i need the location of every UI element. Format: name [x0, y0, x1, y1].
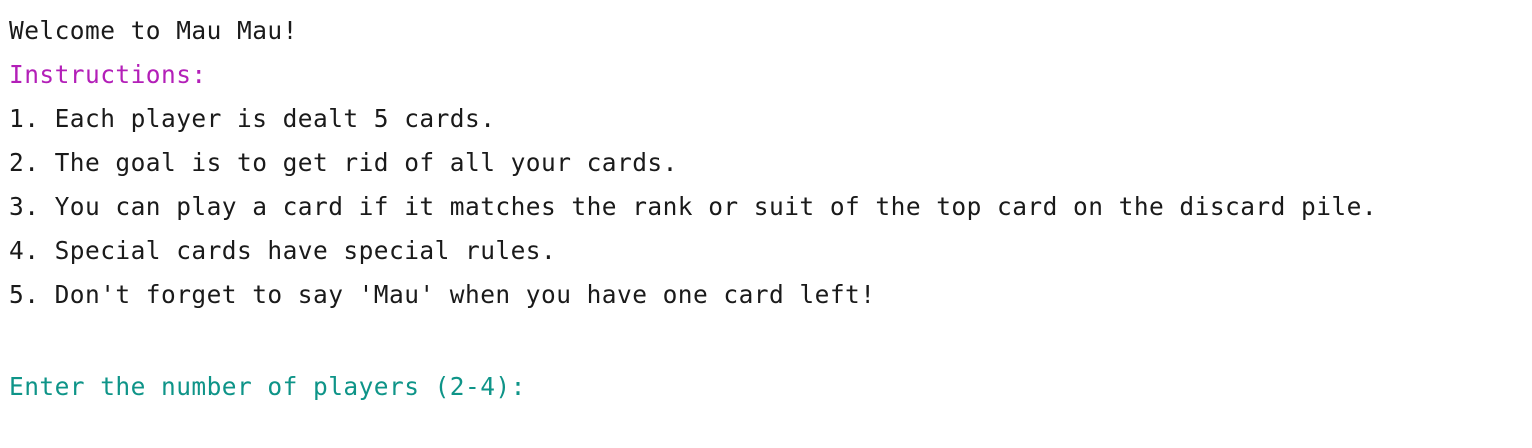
- instruction-line-5: 5. Don't forget to say 'Mau' when you ha…: [9, 280, 876, 309]
- instruction-line-3: 3. You can play a card if it matches the…: [9, 192, 1378, 221]
- player-count-prompt: Enter the number of players (2-4):: [9, 372, 542, 401]
- instructions-header: Instructions:: [9, 60, 207, 89]
- input-cursor: [541, 372, 545, 402]
- instruction-line-4: 4. Special cards have special rules.: [9, 236, 557, 265]
- instruction-line-2: 2. The goal is to get rid of all your ca…: [9, 148, 678, 177]
- instruction-line-1: 1. Each player is dealt 5 cards.: [9, 104, 496, 133]
- welcome-line: Welcome to Mau Mau!: [9, 16, 298, 45]
- player-count-prompt-line[interactable]: Enter the number of players (2-4):: [9, 365, 1532, 409]
- console-output: Welcome to Mau Mau! Instructions: 1. Eac…: [9, 13, 1532, 409]
